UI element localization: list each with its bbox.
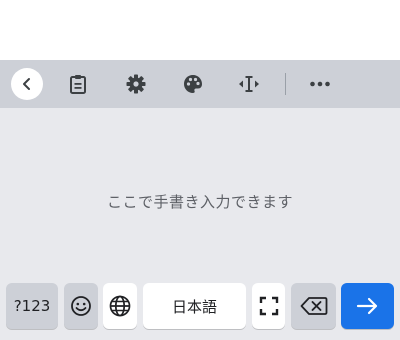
- backspace-key[interactable]: [291, 283, 336, 329]
- arrow-right-icon: [356, 297, 377, 315]
- gear-icon: [126, 74, 146, 94]
- toolbar-divider: [285, 73, 286, 95]
- space-key[interactable]: 日本語: [143, 283, 246, 329]
- fullscreen-key[interactable]: [252, 283, 285, 329]
- cursor-resize-icon: [239, 76, 259, 92]
- fullscreen-icon: [259, 296, 278, 316]
- switch-language-key[interactable]: [103, 283, 137, 329]
- clipboard-icon: [70, 75, 86, 94]
- palette-icon: [184, 75, 202, 93]
- more-button[interactable]: [304, 68, 336, 100]
- backspace-icon: [300, 297, 327, 315]
- more-icon: [310, 81, 330, 87]
- theme-button[interactable]: [177, 68, 209, 100]
- smiley-icon: [71, 296, 91, 316]
- handwriting-hint: ここで手書き入力できます: [106, 193, 293, 211]
- top-blank-area: [0, 0, 400, 60]
- settings-button[interactable]: [120, 68, 152, 100]
- chevron-left-icon: [23, 78, 30, 90]
- numbers-symbols-key[interactable]: ?123: [6, 283, 58, 329]
- keyboard-toolbar: [0, 60, 400, 108]
- enter-key[interactable]: [341, 283, 394, 329]
- back-button[interactable]: [11, 68, 43, 100]
- keyboard-resize-button[interactable]: [233, 68, 265, 100]
- handwriting-canvas[interactable]: ここで手書き入力できます ?123 日本語: [0, 108, 400, 340]
- emoji-key[interactable]: [64, 283, 98, 329]
- globe-icon: [109, 295, 131, 317]
- clipboard-button[interactable]: [62, 68, 94, 100]
